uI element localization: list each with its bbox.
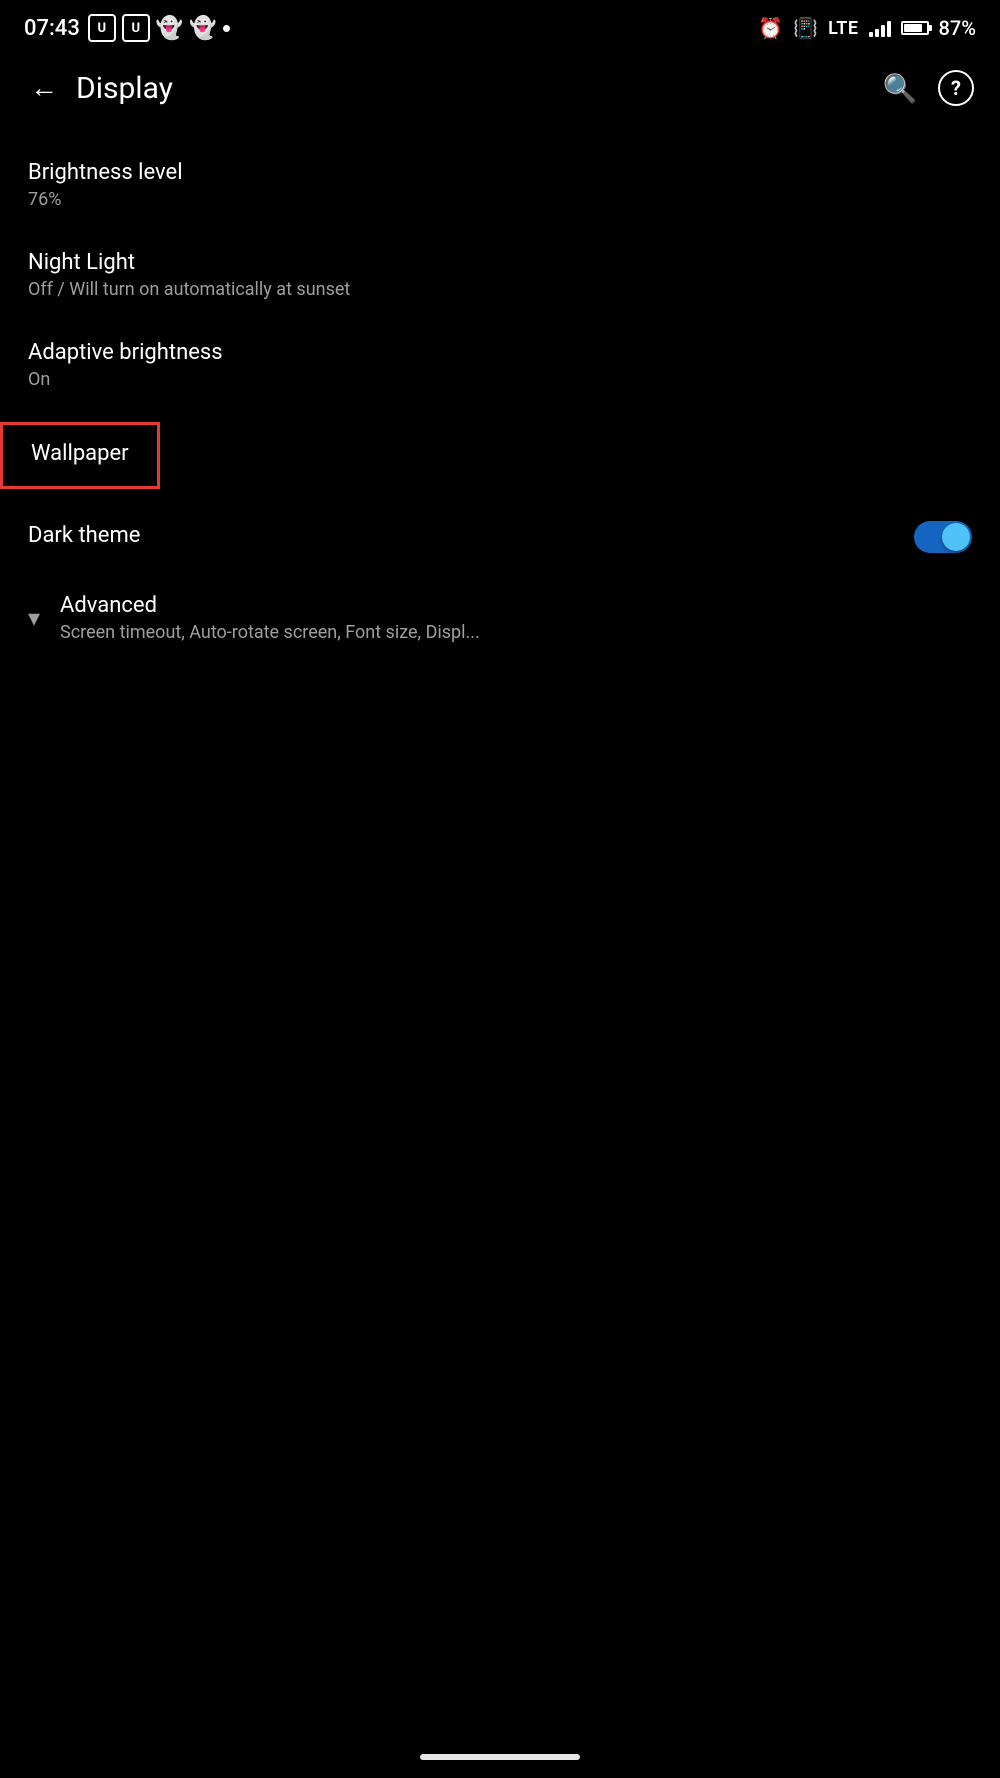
settings-item-wallpaper[interactable]: Wallpaper [0, 422, 160, 489]
help-icon: ? [938, 70, 974, 106]
page-title: Display [76, 71, 876, 106]
back-button[interactable]: ← [20, 64, 68, 112]
advanced-subtitle: Screen timeout, Auto-rotate screen, Font… [60, 622, 972, 643]
settings-item-wallpaper-wrapper: Wallpaper [0, 410, 1000, 501]
settings-item-advanced[interactable]: ▾ Advanced Screen timeout, Auto-rotate s… [0, 573, 1000, 663]
signal-bars [869, 19, 891, 37]
settings-list: Brightness level 76% Night Light Off / W… [0, 124, 1000, 679]
advanced-title: Advanced [60, 593, 972, 618]
back-arrow-icon: ← [30, 74, 58, 102]
toggle-thumb [942, 523, 970, 551]
advanced-text: Advanced Screen timeout, Auto-rotate scr… [60, 593, 972, 643]
status-icons-left: U U 👻 👻 [88, 14, 230, 42]
chevron-down-icon: ▾ [28, 604, 40, 632]
app-bar: ← Display 🔍 ? [0, 52, 1000, 124]
adaptive-brightness-title: Adaptive brightness [28, 340, 972, 365]
status-bar: 07:43 U U 👻 👻 ⏰ 📳 LTE 87% [0, 0, 1000, 52]
status-time: 07:43 [24, 16, 80, 41]
brightness-subtitle: 76% [28, 189, 972, 210]
settings-item-dark-theme[interactable]: Dark theme [0, 501, 1000, 573]
night-light-title: Night Light [28, 250, 972, 275]
app-bar-actions: 🔍 ? [876, 64, 980, 112]
ghost-icon-1: 👻 [156, 16, 183, 41]
search-button[interactable]: 🔍 [876, 64, 924, 112]
home-indicator [420, 1754, 580, 1760]
status-dot [223, 25, 230, 32]
settings-item-brightness[interactable]: Brightness level 76% [0, 140, 1000, 230]
help-button[interactable]: ? [932, 64, 980, 112]
ghost-icon-2: 👻 [189, 16, 216, 41]
status-left: 07:43 U U 👻 👻 [24, 14, 230, 42]
search-icon: 🔍 [883, 72, 918, 105]
brightness-title: Brightness level [28, 160, 972, 185]
dark-theme-toggle[interactable] [914, 521, 972, 553]
battery-icon [901, 21, 929, 35]
settings-item-adaptive-brightness[interactable]: Adaptive brightness On [0, 320, 1000, 410]
settings-item-night-light[interactable]: Night Light Off / Will turn on automatic… [0, 230, 1000, 320]
dark-theme-title: Dark theme [28, 523, 140, 548]
battery-percent: 87% [939, 16, 976, 40]
status-icon-u1: U [88, 14, 116, 42]
night-light-subtitle: Off / Will turn on automatically at suns… [28, 279, 972, 300]
battery [901, 21, 929, 35]
vibrate-icon: 📳 [793, 16, 818, 40]
battery-fill [904, 24, 922, 32]
status-icon-u2: U [122, 14, 150, 42]
wallpaper-title: Wallpaper [31, 441, 129, 466]
adaptive-brightness-subtitle: On [28, 369, 972, 390]
lte-label: LTE [828, 18, 858, 39]
status-right: ⏰ 📳 LTE 87% [758, 16, 976, 40]
alarm-icon: ⏰ [758, 16, 783, 40]
